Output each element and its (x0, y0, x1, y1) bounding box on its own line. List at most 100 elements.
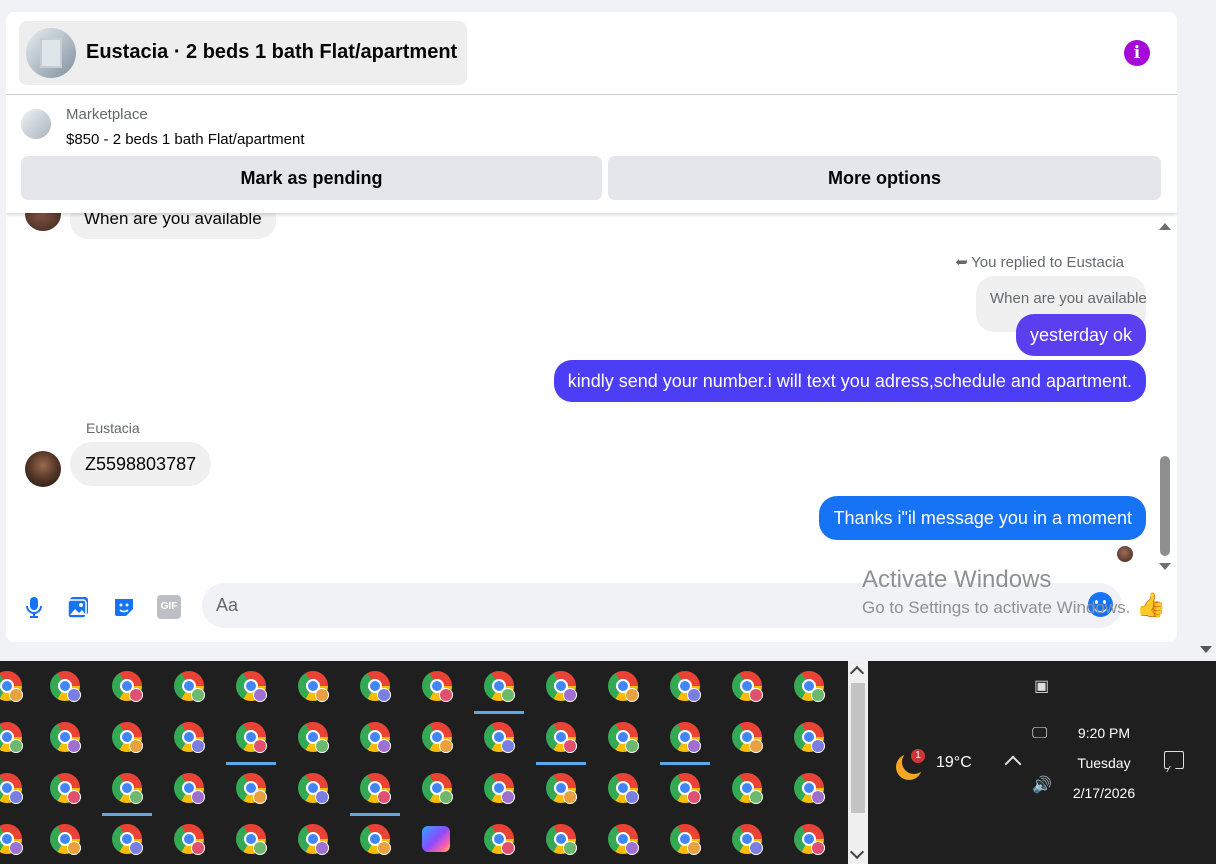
tray-scrollbar[interactable] (848, 661, 868, 864)
page-scroll-down-arrow[interactable] (1200, 646, 1212, 653)
chrome-profile-icon[interactable] (670, 671, 701, 702)
volume-icon[interactable]: 🔊 (1032, 775, 1052, 795)
chrome-profile-icon[interactable] (484, 722, 515, 753)
chrome-profile-icon[interactable] (174, 824, 205, 855)
scrollbar-thumb[interactable] (1160, 456, 1170, 556)
chrome-profile-icon[interactable] (174, 773, 205, 804)
outgoing-message[interactable]: Thanks i"il message you in a moment (819, 496, 1146, 540)
chrome-profile-icon[interactable] (360, 824, 391, 855)
scroll-up-arrow[interactable] (1159, 223, 1171, 230)
gif-icon[interactable]: GIF (157, 595, 181, 619)
incoming-message[interactable]: Z5598803787 (70, 442, 212, 486)
chrome-profile-icon[interactable] (50, 773, 81, 804)
chrome-profile-icon[interactable] (298, 824, 329, 855)
more-options-button[interactable]: More options (608, 156, 1161, 200)
chrome-profile-icon[interactable] (298, 671, 329, 702)
system-tray: ▣ 1 19°C 🖵 🔊 9:20 PM Tuesday 2/17/2026 (868, 661, 1216, 864)
chrome-profile-icon[interactable] (226, 722, 276, 765)
mark-as-pending-button[interactable]: Mark as pending (21, 156, 602, 200)
chrome-profile-icon[interactable] (546, 671, 577, 702)
message-input[interactable]: Aa (202, 583, 1122, 628)
chrome-profile-icon[interactable] (660, 722, 710, 765)
chrome-profile-icon[interactable] (608, 773, 639, 804)
microphone-icon[interactable] (22, 595, 46, 619)
chrome-profile-icon[interactable] (298, 722, 329, 753)
chrome-profile-icon[interactable] (174, 722, 205, 753)
chrome-profile-icon[interactable] (112, 824, 143, 855)
chrome-profile-icon[interactable] (0, 722, 23, 753)
chrome-profile-icon[interactable] (608, 722, 639, 753)
chrome-profile-icon[interactable] (794, 671, 825, 702)
avatar[interactable] (25, 451, 61, 487)
chrome-profile-icon[interactable] (732, 722, 763, 753)
chrome-profile-icon[interactable] (0, 824, 23, 855)
network-icon[interactable]: 🖵 (1032, 725, 1047, 743)
chrome-profile-icon[interactable] (422, 671, 453, 702)
profile-badge (67, 739, 81, 753)
chrome-profile-icon[interactable] (546, 824, 577, 855)
info-icon[interactable]: i (1124, 40, 1150, 66)
chrome-profile-icon[interactable] (422, 773, 453, 804)
chrome-profile-icon[interactable] (794, 773, 825, 804)
tray-scroll-down[interactable] (849, 844, 865, 860)
chrome-profile-icon[interactable] (422, 722, 453, 753)
reply-note: ➥ You replied to Eustacia (954, 254, 1124, 271)
chrome-profile-icon[interactable] (102, 773, 152, 816)
chrome-profile-icon[interactable] (174, 671, 205, 702)
chrome-profile-icon[interactable] (484, 773, 515, 804)
chrome-profile-icon[interactable] (794, 824, 825, 855)
chrome-profile-icon[interactable] (484, 824, 515, 855)
profile-badge (439, 688, 453, 702)
chrome-profile-icon[interactable] (50, 671, 81, 702)
message-list[interactable]: When are you available ➥ You replied to E… (6, 213, 1177, 573)
chrome-profile-icon[interactable] (670, 824, 701, 855)
clock[interactable]: 9:20 PM Tuesday 2/17/2026 (1068, 725, 1140, 815)
profile-badge (9, 688, 23, 702)
chrome-profile-icon[interactable] (360, 671, 391, 702)
chrome-profile-icon[interactable] (236, 824, 267, 855)
profile-badge (501, 790, 515, 804)
chrome-profile-icon[interactable] (0, 773, 23, 804)
notification-center-icon[interactable] (1164, 751, 1184, 769)
chrome-profile-icon[interactable] (360, 722, 391, 753)
photo-icon[interactable] (66, 595, 90, 619)
chrome-profile-icon[interactable] (608, 671, 639, 702)
meet-now-icon[interactable]: ▣ (1034, 676, 1049, 696)
emoji-icon[interactable] (1088, 592, 1113, 617)
chrome-profile-icon[interactable] (298, 773, 329, 804)
conversation-title-button[interactable]: Eustacia · 2 beds 1 bath Flat/apartment (19, 21, 467, 85)
chrome-profile-icon[interactable] (112, 722, 143, 753)
profile-badge (811, 790, 825, 804)
outgoing-message[interactable]: yesterday ok (1015, 314, 1146, 356)
chrome-profile-icon[interactable] (474, 671, 524, 714)
temperature[interactable]: 19°C (936, 754, 972, 772)
outgoing-message[interactable]: kindly send your number.i will text you … (553, 360, 1146, 402)
chrome-profile-icon[interactable] (112, 671, 143, 702)
chrome-profile-icon[interactable] (536, 722, 586, 765)
chrome-profile-icon[interactable] (546, 773, 577, 804)
show-hidden-icons-chevron-icon[interactable] (1004, 755, 1022, 773)
chrome-profile-icon[interactable] (50, 722, 81, 753)
chrome-profile-icon[interactable] (236, 671, 267, 702)
profile-badge (563, 739, 577, 753)
listing-price-title[interactable]: $850 - 2 beds 1 bath Flat/apartment (66, 131, 304, 148)
chrome-profile-icon[interactable] (236, 773, 267, 804)
copilot-icon[interactable] (422, 824, 452, 854)
chrome-profile-icon[interactable] (732, 773, 763, 804)
chrome-profile-icon[interactable] (50, 824, 81, 855)
marketplace-label: Marketplace (66, 106, 148, 123)
tray-scroll-thumb[interactable] (851, 683, 865, 813)
profile-badge (315, 790, 329, 804)
profile-badge (625, 739, 639, 753)
sticker-icon[interactable] (112, 595, 136, 619)
chrome-profile-icon[interactable] (794, 722, 825, 753)
chrome-profile-icon[interactable] (732, 824, 763, 855)
thumbs-up-icon[interactable]: 👍 (1136, 591, 1166, 620)
chrome-profile-icon[interactable] (0, 671, 23, 702)
scroll-down-arrow[interactable] (1159, 563, 1171, 570)
chrome-profile-icon[interactable] (732, 671, 763, 702)
chrome-profile-icon[interactable] (350, 773, 400, 816)
chrome-profile-icon[interactable] (608, 824, 639, 855)
tray-scroll-up[interactable] (849, 665, 865, 681)
chrome-profile-icon[interactable] (670, 773, 701, 804)
